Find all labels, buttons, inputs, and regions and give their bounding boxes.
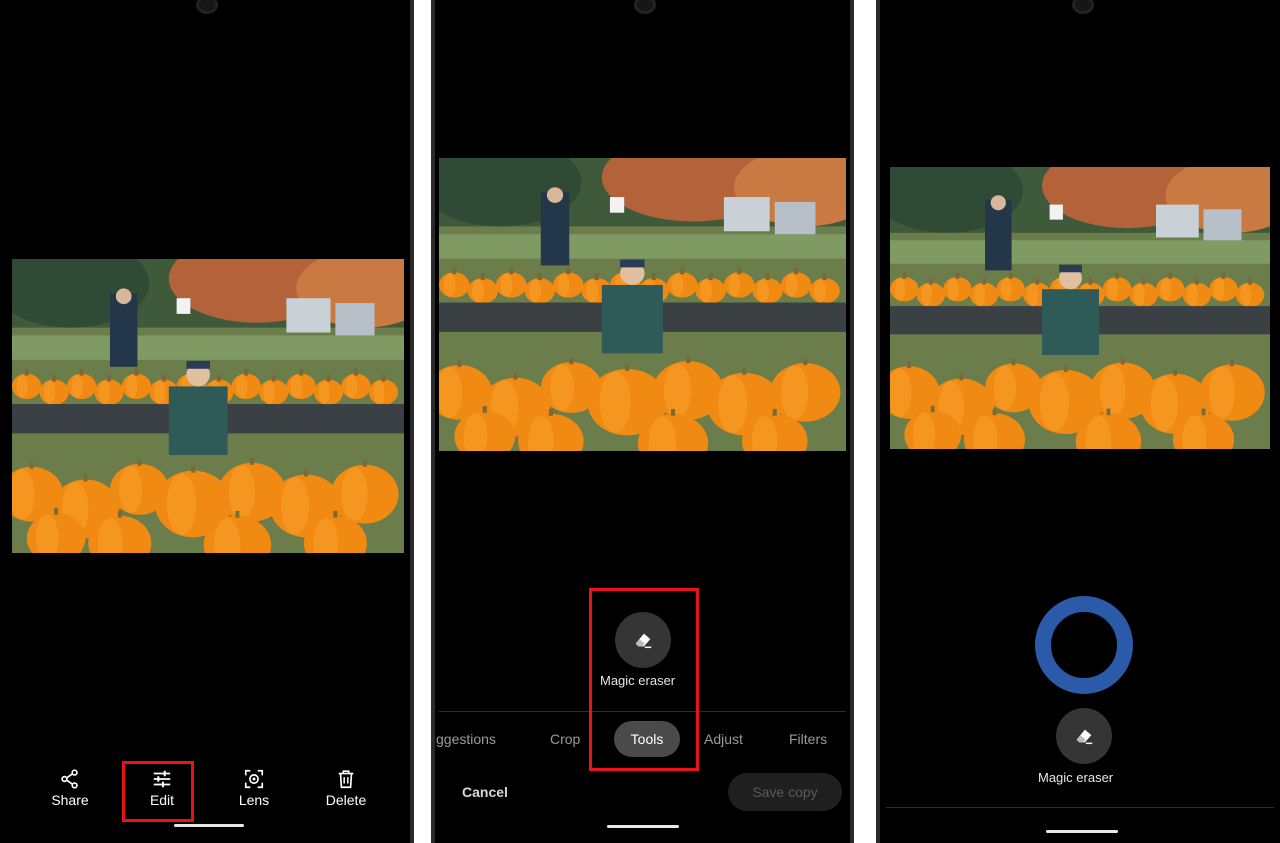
pumpkin-photo[interactable] bbox=[12, 259, 404, 553]
home-indicator[interactable] bbox=[607, 825, 679, 828]
front-camera bbox=[1072, 0, 1094, 14]
share-label: Share bbox=[51, 792, 89, 808]
delete-button[interactable]: Delete bbox=[311, 768, 381, 818]
lens-label: Lens bbox=[238, 792, 270, 808]
home-indicator[interactable] bbox=[1046, 830, 1118, 833]
magic-eraser-label: Magic eraser bbox=[1038, 770, 1114, 785]
share-button[interactable]: Share bbox=[35, 768, 105, 818]
bottom-divider bbox=[886, 807, 1274, 808]
delete-label: Delete bbox=[325, 792, 367, 808]
tools-highlight-box bbox=[589, 588, 699, 771]
front-camera bbox=[634, 0, 656, 14]
pumpkin-photo[interactable] bbox=[890, 167, 1270, 449]
photo-viewer-screen: Share Edit Lens Delete bbox=[0, 0, 414, 843]
magic-eraser-screen: Magic eraser bbox=[876, 0, 1280, 843]
save-copy-button[interactable]: Save copy bbox=[728, 773, 842, 811]
magic-eraser-button[interactable] bbox=[1056, 708, 1112, 764]
eraser-icon bbox=[1076, 729, 1093, 745]
trash-icon bbox=[338, 770, 354, 789]
tab-adjust[interactable]: Adjust bbox=[704, 731, 743, 747]
home-indicator[interactable] bbox=[174, 824, 244, 827]
lens-icon bbox=[244, 769, 264, 789]
cancel-button[interactable]: Cancel bbox=[462, 784, 508, 800]
front-camera bbox=[196, 0, 218, 14]
lens-button[interactable]: Lens bbox=[219, 768, 289, 818]
tab-suggestions[interactable]: ggestions bbox=[436, 731, 496, 747]
photo-editor-screen: Magic eraser ggestions Crop Tools Adjust… bbox=[431, 0, 854, 843]
pumpkin-photo[interactable] bbox=[439, 158, 846, 451]
share-icon bbox=[61, 769, 78, 789]
loading-ring bbox=[1035, 596, 1133, 694]
edit-highlight-box bbox=[122, 761, 194, 822]
tab-crop[interactable]: Crop bbox=[550, 731, 580, 747]
tab-filters[interactable]: Filters bbox=[789, 731, 827, 747]
